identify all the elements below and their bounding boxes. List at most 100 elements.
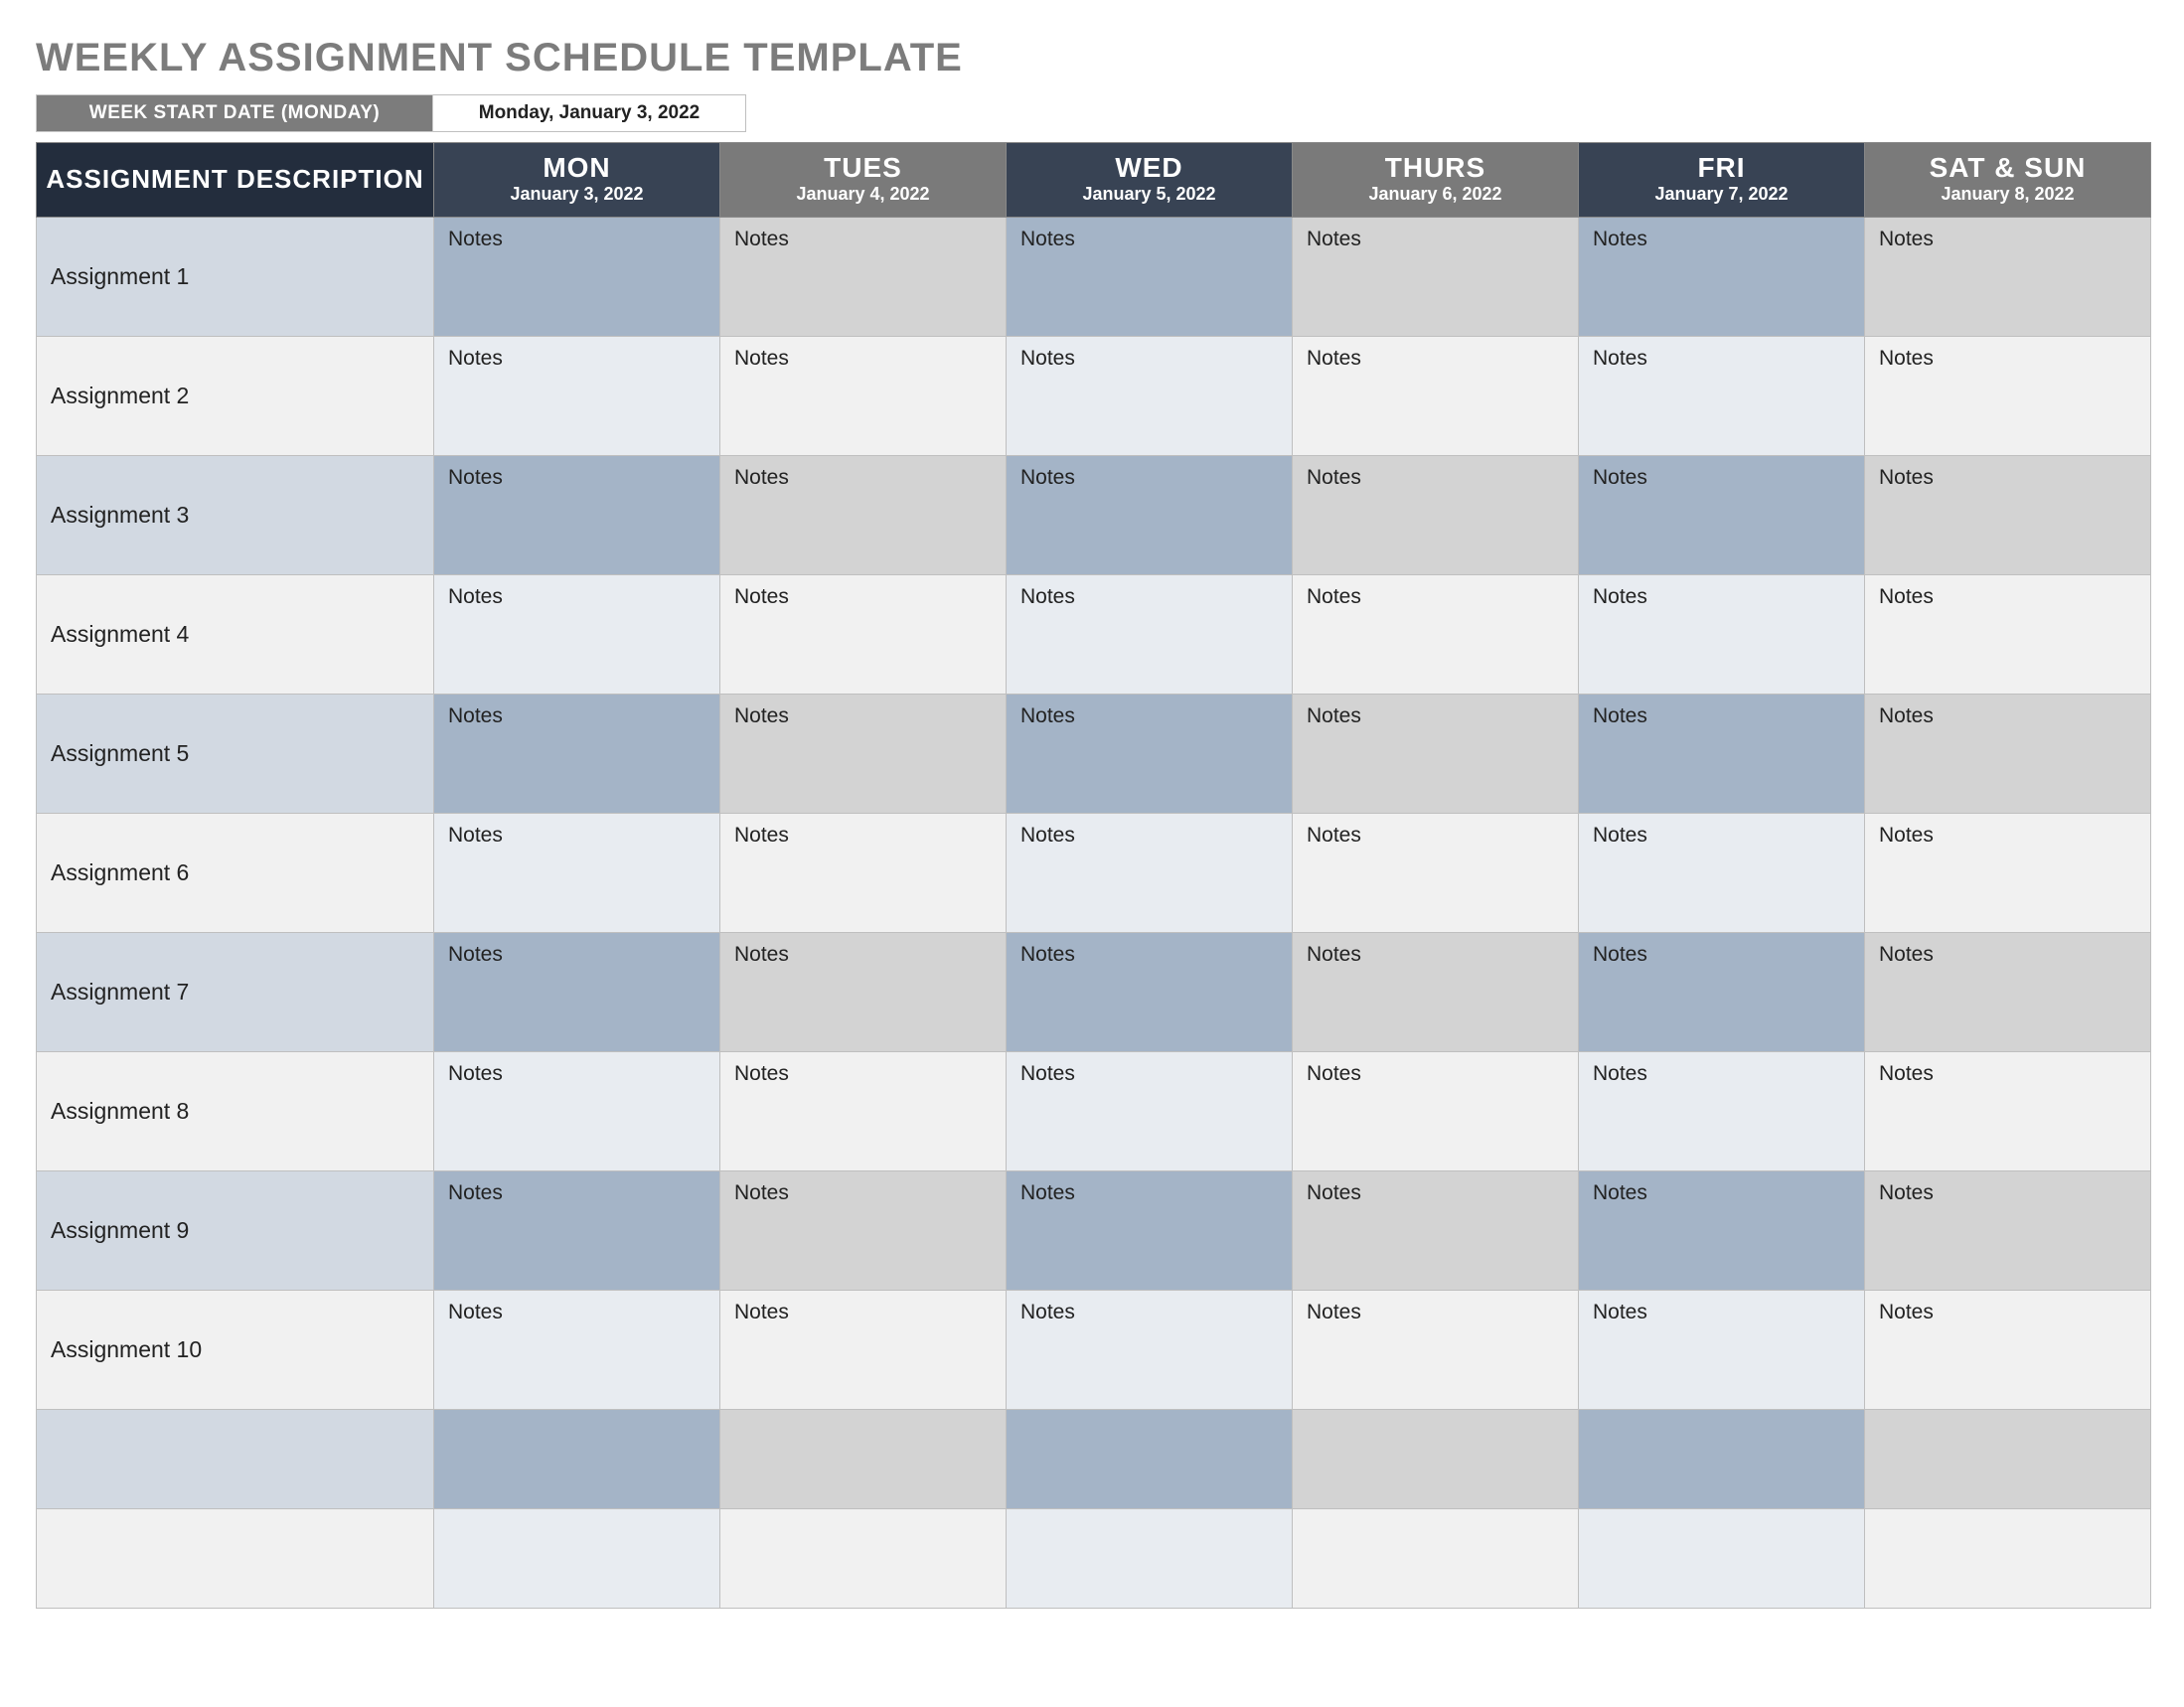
notes-cell[interactable]: Notes [1293, 695, 1579, 814]
notes-cell[interactable] [1579, 1410, 1865, 1509]
notes-cell[interactable]: Notes [1865, 218, 2151, 337]
notes-label: Notes [734, 466, 789, 489]
assignment-description-cell[interactable]: Assignment 8 [37, 1052, 434, 1171]
notes-cell[interactable]: Notes [1579, 337, 1865, 456]
notes-cell[interactable]: Notes [720, 456, 1007, 575]
notes-cell[interactable]: Notes [720, 695, 1007, 814]
notes-label: Notes [1593, 347, 1647, 370]
notes-cell[interactable]: Notes [434, 814, 720, 933]
notes-cell[interactable] [720, 1509, 1007, 1609]
notes-cell[interactable]: Notes [1579, 1171, 1865, 1291]
notes-cell[interactable]: Notes [1865, 933, 2151, 1052]
notes-cell[interactable] [1293, 1509, 1579, 1609]
notes-cell[interactable]: Notes [1293, 575, 1579, 695]
notes-cell[interactable]: Notes [434, 1291, 720, 1410]
notes-cell[interactable] [720, 1410, 1007, 1509]
col-header-thurs: THURSJanuary 6, 2022 [1293, 143, 1579, 218]
notes-cell[interactable]: Notes [1007, 456, 1293, 575]
notes-cell[interactable]: Notes [434, 1171, 720, 1291]
notes-cell[interactable]: Notes [1007, 814, 1293, 933]
col-header-description: ASSIGNMENT DESCRIPTION [37, 143, 434, 218]
assignment-description-cell[interactable]: Assignment 4 [37, 575, 434, 695]
table-row: Assignment 1NotesNotesNotesNotesNotesNot… [37, 218, 2151, 337]
notes-cell[interactable]: Notes [1865, 337, 2151, 456]
start-date-value[interactable]: Monday, January 3, 2022 [433, 94, 746, 132]
notes-cell[interactable]: Notes [434, 1052, 720, 1171]
notes-cell[interactable]: Notes [1293, 1052, 1579, 1171]
notes-cell[interactable]: Notes [1293, 933, 1579, 1052]
notes-label: Notes [448, 824, 503, 847]
notes-cell[interactable]: Notes [434, 695, 720, 814]
notes-cell[interactable]: Notes [1007, 1052, 1293, 1171]
notes-cell[interactable]: Notes [1579, 933, 1865, 1052]
notes-cell[interactable] [1579, 1509, 1865, 1609]
notes-cell[interactable] [1865, 1509, 2151, 1609]
notes-cell[interactable]: Notes [1865, 575, 2151, 695]
notes-cell[interactable]: Notes [1293, 218, 1579, 337]
notes-cell[interactable]: Notes [1865, 1291, 2151, 1410]
assignment-description-cell[interactable] [37, 1410, 434, 1509]
notes-cell[interactable]: Notes [1007, 337, 1293, 456]
notes-label: Notes [1593, 1301, 1647, 1323]
notes-cell[interactable]: Notes [1007, 575, 1293, 695]
notes-cell[interactable] [1293, 1410, 1579, 1509]
notes-cell[interactable]: Notes [720, 814, 1007, 933]
notes-cell[interactable]: Notes [1579, 695, 1865, 814]
notes-cell[interactable]: Notes [1293, 1171, 1579, 1291]
notes-cell[interactable]: Notes [1579, 1291, 1865, 1410]
notes-cell[interactable]: Notes [1007, 1291, 1293, 1410]
notes-cell[interactable] [434, 1509, 720, 1609]
notes-cell[interactable]: Notes [1865, 1171, 2151, 1291]
notes-cell[interactable]: Notes [1865, 695, 2151, 814]
notes-cell[interactable]: Notes [1293, 1291, 1579, 1410]
assignment-description-cell[interactable]: Assignment 2 [37, 337, 434, 456]
notes-cell[interactable]: Notes [1865, 1052, 2151, 1171]
assignment-description-cell[interactable]: Assignment 1 [37, 218, 434, 337]
notes-cell[interactable]: Notes [434, 218, 720, 337]
notes-cell[interactable] [1007, 1509, 1293, 1609]
schedule-table: ASSIGNMENT DESCRIPTION MONJanuary 3, 202… [36, 142, 2151, 1609]
assignment-description-cell[interactable]: Assignment 10 [37, 1291, 434, 1410]
table-row: Assignment 6NotesNotesNotesNotesNotesNot… [37, 814, 2151, 933]
assignment-description-cell[interactable]: Assignment 5 [37, 695, 434, 814]
notes-cell[interactable]: Notes [1579, 575, 1865, 695]
table-row [37, 1410, 2151, 1509]
col-header-mon: MONJanuary 3, 2022 [434, 143, 720, 218]
notes-cell[interactable]: Notes [720, 337, 1007, 456]
notes-cell[interactable] [1865, 1410, 2151, 1509]
notes-cell[interactable] [434, 1410, 720, 1509]
col-header-fri: FRIJanuary 7, 2022 [1579, 143, 1865, 218]
notes-cell[interactable]: Notes [434, 456, 720, 575]
notes-cell[interactable]: Notes [434, 575, 720, 695]
notes-cell[interactable]: Notes [1293, 814, 1579, 933]
assignment-description-cell[interactable]: Assignment 6 [37, 814, 434, 933]
notes-cell[interactable]: Notes [1579, 814, 1865, 933]
notes-cell[interactable]: Notes [720, 218, 1007, 337]
notes-cell[interactable]: Notes [1007, 933, 1293, 1052]
notes-cell[interactable]: Notes [1293, 456, 1579, 575]
notes-cell[interactable]: Notes [434, 337, 720, 456]
notes-cell[interactable]: Notes [720, 933, 1007, 1052]
notes-cell[interactable]: Notes [720, 575, 1007, 695]
notes-label: Notes [1020, 347, 1075, 370]
notes-cell[interactable]: Notes [1007, 695, 1293, 814]
notes-cell[interactable]: Notes [1579, 456, 1865, 575]
notes-cell[interactable]: Notes [434, 933, 720, 1052]
notes-cell[interactable]: Notes [1007, 218, 1293, 337]
notes-cell[interactable]: Notes [1007, 1171, 1293, 1291]
notes-cell[interactable]: Notes [720, 1291, 1007, 1410]
page-title: WEEKLY ASSIGNMENT SCHEDULE TEMPLATE [36, 36, 2148, 80]
assignment-description-cell[interactable]: Assignment 7 [37, 933, 434, 1052]
notes-cell[interactable]: Notes [720, 1052, 1007, 1171]
notes-cell[interactable]: Notes [720, 1171, 1007, 1291]
notes-cell[interactable] [1007, 1410, 1293, 1509]
assignment-description-cell[interactable] [37, 1509, 434, 1609]
notes-cell[interactable]: Notes [1293, 337, 1579, 456]
notes-cell[interactable]: Notes [1865, 456, 2151, 575]
assignment-description-cell[interactable]: Assignment 9 [37, 1171, 434, 1291]
notes-cell[interactable]: Notes [1579, 1052, 1865, 1171]
notes-label: Notes [734, 704, 789, 727]
assignment-description-cell[interactable]: Assignment 3 [37, 456, 434, 575]
notes-cell[interactable]: Notes [1579, 218, 1865, 337]
notes-cell[interactable]: Notes [1865, 814, 2151, 933]
